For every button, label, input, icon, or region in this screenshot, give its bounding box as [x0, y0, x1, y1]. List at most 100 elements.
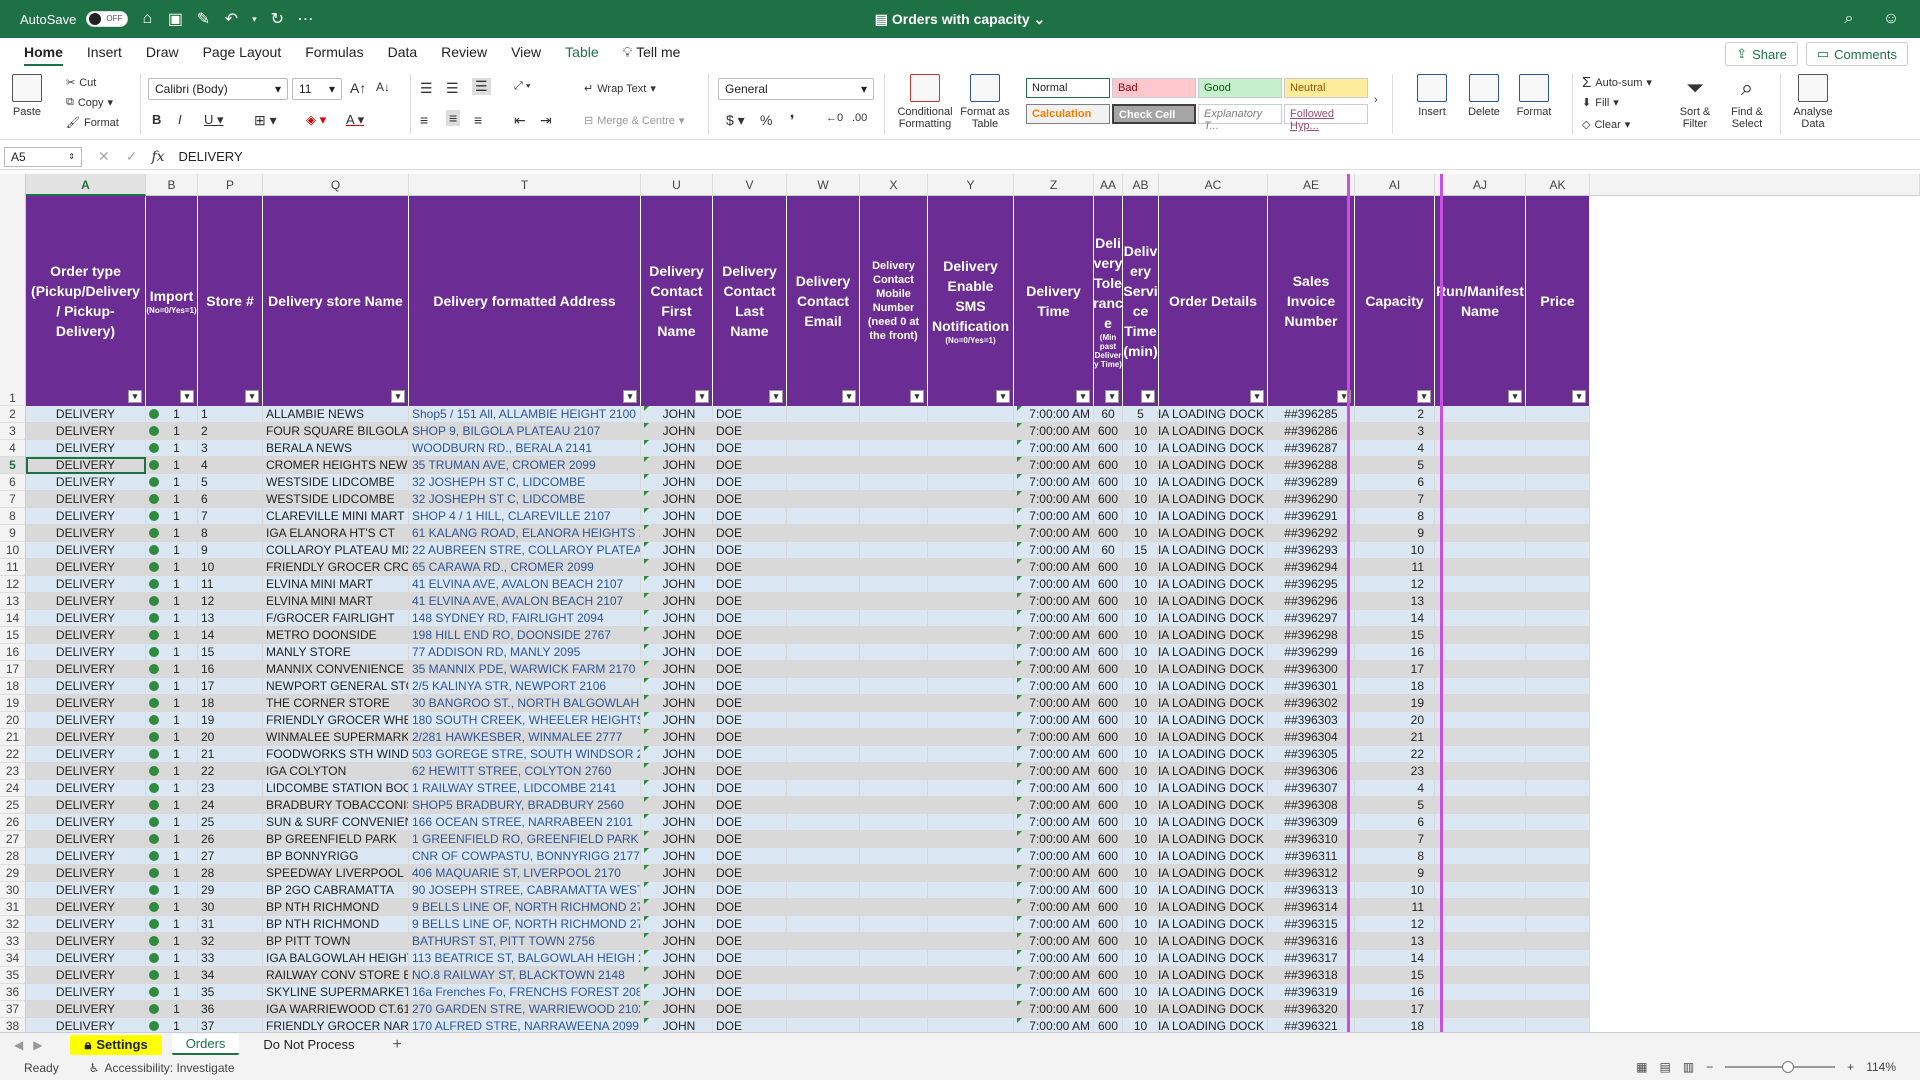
- cell-x[interactable]: [860, 984, 928, 1001]
- cell-ak[interactable]: [1526, 848, 1590, 865]
- cell-z[interactable]: 7:00:00 AM: [1014, 474, 1094, 491]
- cell-w[interactable]: [787, 542, 860, 559]
- cell-q[interactable]: IGA WARRIEWOOD CT.61: [263, 1001, 409, 1018]
- cell-z[interactable]: 7:00:00 AM: [1014, 814, 1094, 831]
- column-header-aa[interactable]: AA: [1094, 174, 1123, 196]
- cell-ac[interactable]: ENTER VIA LOADING DOCK: [1159, 865, 1268, 882]
- cell-b[interactable]: 1: [146, 882, 198, 899]
- cell-ac[interactable]: ENTER VIA LOADING DOCK: [1159, 661, 1268, 678]
- cell-q[interactable]: METRO DOONSIDE: [263, 627, 409, 644]
- cell-b[interactable]: 1: [146, 457, 198, 474]
- cell-a[interactable]: DELIVERY: [26, 474, 146, 491]
- column-header-z[interactable]: Z: [1014, 174, 1094, 196]
- cell-ae[interactable]: ##396312: [1268, 865, 1355, 882]
- cell-y[interactable]: [928, 763, 1014, 780]
- cell-u[interactable]: JOHN: [641, 1001, 713, 1018]
- cell-ak[interactable]: [1526, 559, 1590, 576]
- cell-a[interactable]: DELIVERY: [26, 491, 146, 508]
- cell-t[interactable]: 1 GREENFIELD RO, GREENFIELD PARK 2176: [409, 831, 641, 848]
- cell-q[interactable]: WESTSIDE LIDCOMBE: [263, 491, 409, 508]
- cell-aa[interactable]: 600: [1094, 916, 1123, 933]
- cell-y[interactable]: [928, 882, 1014, 899]
- cell-a[interactable]: DELIVERY: [26, 627, 146, 644]
- cell-ai[interactable]: 20: [1355, 712, 1435, 729]
- cell-y[interactable]: [928, 406, 1014, 423]
- cell-ai[interactable]: 19: [1355, 695, 1435, 712]
- cell-aj[interactable]: [1435, 644, 1526, 661]
- cell-u[interactable]: JOHN: [641, 950, 713, 967]
- cell-u[interactable]: JOHN: [641, 712, 713, 729]
- sheet-tab-settings[interactable]: 🔒︎ Settings: [70, 1034, 162, 1055]
- cell-w[interactable]: [787, 491, 860, 508]
- increase-indent-icon[interactable]: ⇥: [540, 112, 552, 129]
- cell-ab[interactable]: 10: [1123, 457, 1159, 474]
- cell-a[interactable]: DELIVERY: [26, 525, 146, 542]
- cell-t[interactable]: 198 HILL END RO, DOONSIDE 2767: [409, 627, 641, 644]
- cell-u[interactable]: JOHN: [641, 627, 713, 644]
- row-header[interactable]: 36: [0, 984, 26, 1001]
- cell-p[interactable]: 19: [198, 712, 263, 729]
- page-layout-view-icon[interactable]: ▤: [1659, 1060, 1670, 1074]
- column-header-v[interactable]: V: [713, 174, 787, 196]
- filter-dropdown-icon[interactable]: ▾: [1508, 390, 1522, 403]
- cell-ac[interactable]: ENTER VIA LOADING DOCK: [1159, 882, 1268, 899]
- cell-y[interactable]: [928, 644, 1014, 661]
- cell-t[interactable]: 2/5 KALINYA STR, NEWPORT 2106: [409, 678, 641, 695]
- cell-ac[interactable]: ENTER VIA LOADING DOCK: [1159, 780, 1268, 797]
- cell-aj[interactable]: [1435, 916, 1526, 933]
- cell-a[interactable]: DELIVERY: [26, 899, 146, 916]
- cell-q[interactable]: MANLY STORE: [263, 644, 409, 661]
- cell-aa[interactable]: 600: [1094, 712, 1123, 729]
- cell-x[interactable]: [860, 457, 928, 474]
- bold-icon[interactable]: B: [152, 112, 161, 127]
- format-as-table-button[interactable]: Format as Table: [960, 74, 1010, 130]
- cell-ai[interactable]: 17: [1355, 661, 1435, 678]
- cell-u[interactable]: JOHN: [641, 814, 713, 831]
- cell-aa[interactable]: 60: [1094, 406, 1123, 423]
- filter-dropdown-icon[interactable]: ▾: [245, 390, 259, 403]
- cell-q[interactable]: THE CORNER STORE: [263, 695, 409, 712]
- cell-ab[interactable]: 10: [1123, 593, 1159, 610]
- cell-ai[interactable]: 22: [1355, 746, 1435, 763]
- cell-ak[interactable]: [1526, 984, 1590, 1001]
- cell-z[interactable]: 7:00:00 AM: [1014, 797, 1094, 814]
- cell-ak[interactable]: [1526, 916, 1590, 933]
- style-calculation[interactable]: Calculation: [1026, 104, 1110, 124]
- cell-v[interactable]: DOE: [713, 933, 787, 950]
- cell-q[interactable]: IGA ELANORA HT'S CT: [263, 525, 409, 542]
- filter-dropdown-icon[interactable]: ▾: [1572, 390, 1586, 403]
- cell-p[interactable]: 37: [198, 1018, 263, 1032]
- cell-aj[interactable]: [1435, 814, 1526, 831]
- cell-t[interactable]: 406 MAQUARIE ST, LIVERPOOL 2170: [409, 865, 641, 882]
- underline-icon[interactable]: U ▾: [204, 112, 224, 128]
- cell-aa[interactable]: 600: [1094, 593, 1123, 610]
- cell-q[interactable]: FRIENDLY GROCER CROM: [263, 559, 409, 576]
- cell-ak[interactable]: [1526, 576, 1590, 593]
- cell-b[interactable]: 1: [146, 916, 198, 933]
- cell-t[interactable]: 148 SYDNEY RD, FAIRLIGHT 2094: [409, 610, 641, 627]
- cell-p[interactable]: 7: [198, 508, 263, 525]
- cell-y[interactable]: [928, 712, 1014, 729]
- cell-v[interactable]: DOE: [713, 593, 787, 610]
- fill-button[interactable]: ⬇ Fill ▾: [1582, 96, 1619, 110]
- cell-q[interactable]: SPEEDWAY LIVERPOOL: [263, 865, 409, 882]
- cell-ae[interactable]: ##396293: [1268, 542, 1355, 559]
- cell-z[interactable]: 7:00:00 AM: [1014, 627, 1094, 644]
- cell-u[interactable]: JOHN: [641, 440, 713, 457]
- cell-t[interactable]: 90 JOSEPH STREE, CABRAMATTA WEST 2166: [409, 882, 641, 899]
- row-header[interactable]: 38: [0, 1018, 26, 1032]
- tab-view[interactable]: View: [499, 40, 553, 64]
- cell-ab[interactable]: 10: [1123, 491, 1159, 508]
- cell-t[interactable]: 62 HEWITT STREE, COLYTON 2760: [409, 763, 641, 780]
- cell-w[interactable]: [787, 593, 860, 610]
- cell-b[interactable]: 1: [146, 1018, 198, 1032]
- cell-aj[interactable]: [1435, 508, 1526, 525]
- cell-w[interactable]: [787, 933, 860, 950]
- cell-z[interactable]: 7:00:00 AM: [1014, 933, 1094, 950]
- cell-x[interactable]: [860, 899, 928, 916]
- cell-w[interactable]: [787, 474, 860, 491]
- cell-aj[interactable]: [1435, 729, 1526, 746]
- cell-ae[interactable]: ##396314: [1268, 899, 1355, 916]
- conditional-formatting-button[interactable]: Conditional Formatting: [894, 74, 956, 130]
- cell-z[interactable]: 7:00:00 AM: [1014, 746, 1094, 763]
